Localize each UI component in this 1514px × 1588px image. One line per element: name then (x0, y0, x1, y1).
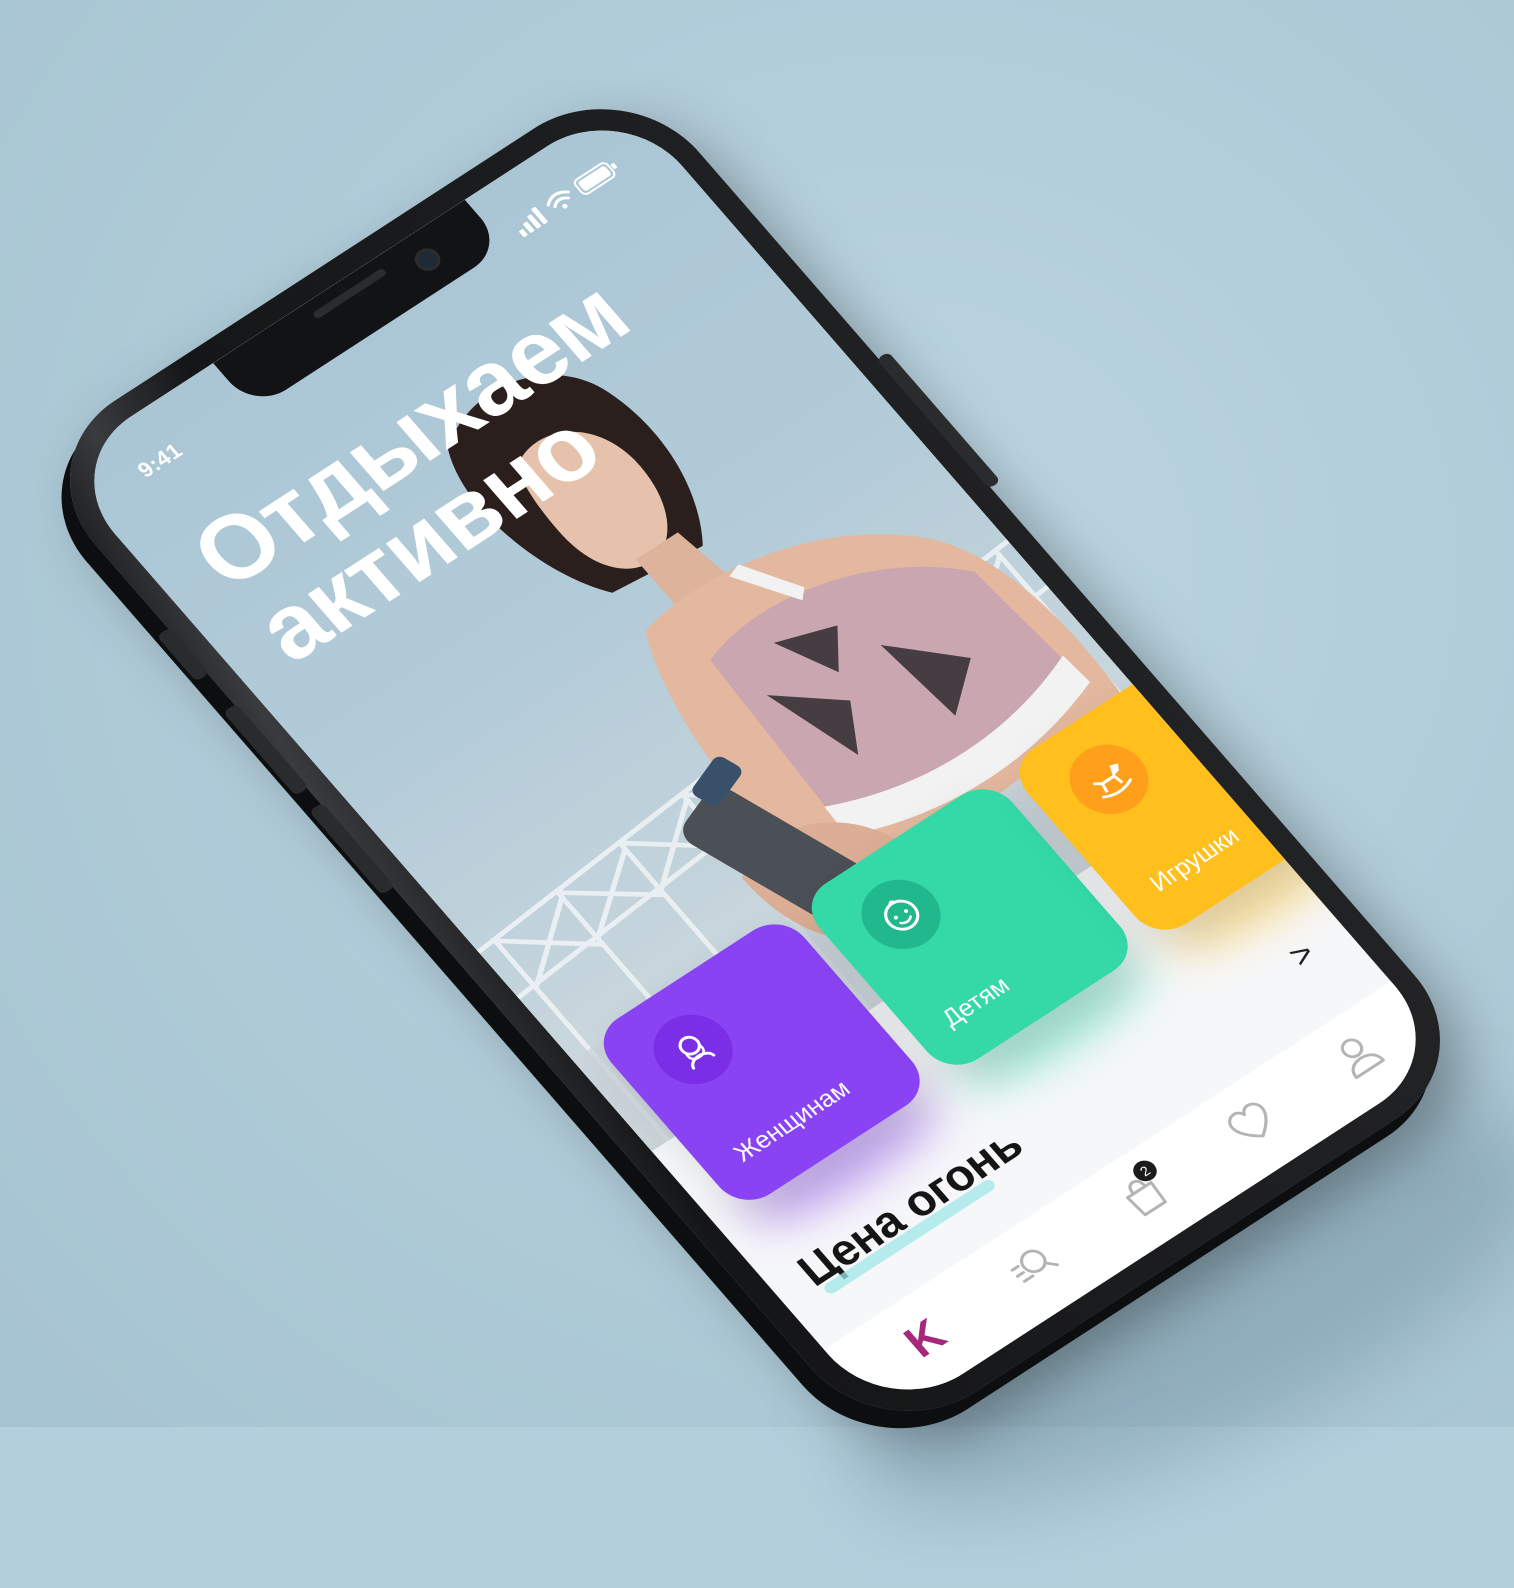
wifi-icon (546, 190, 570, 209)
category-icon-container (845, 866, 957, 963)
tab-favorites[interactable] (1207, 1085, 1297, 1163)
category-label: Детям (936, 971, 1016, 1033)
status-time: 9:41 (132, 438, 188, 483)
category-icon-container (637, 1001, 749, 1098)
tab-cart[interactable]: 2 (1098, 1155, 1188, 1233)
status-icons (519, 162, 618, 238)
logo-icon: K (893, 1308, 956, 1367)
search-icon (1010, 1249, 1059, 1283)
rocking-horse-icon (1093, 763, 1132, 799)
section-arrow-button[interactable]: > (1281, 935, 1323, 976)
battery-icon (573, 162, 618, 195)
front-camera (409, 243, 446, 276)
category-icon-container (1053, 730, 1165, 828)
heart-icon (1228, 1102, 1268, 1138)
profile-icon (1340, 1038, 1385, 1080)
signal-icon (519, 206, 548, 238)
speaker-grille (311, 267, 388, 320)
category-label: Игрушки (1144, 822, 1246, 898)
tab-home[interactable]: K (880, 1297, 970, 1375)
woman-icon (678, 1035, 716, 1070)
tab-profile[interactable] (1313, 1016, 1403, 1094)
baby-face-icon (884, 899, 920, 931)
tab-search[interactable] (989, 1226, 1079, 1304)
